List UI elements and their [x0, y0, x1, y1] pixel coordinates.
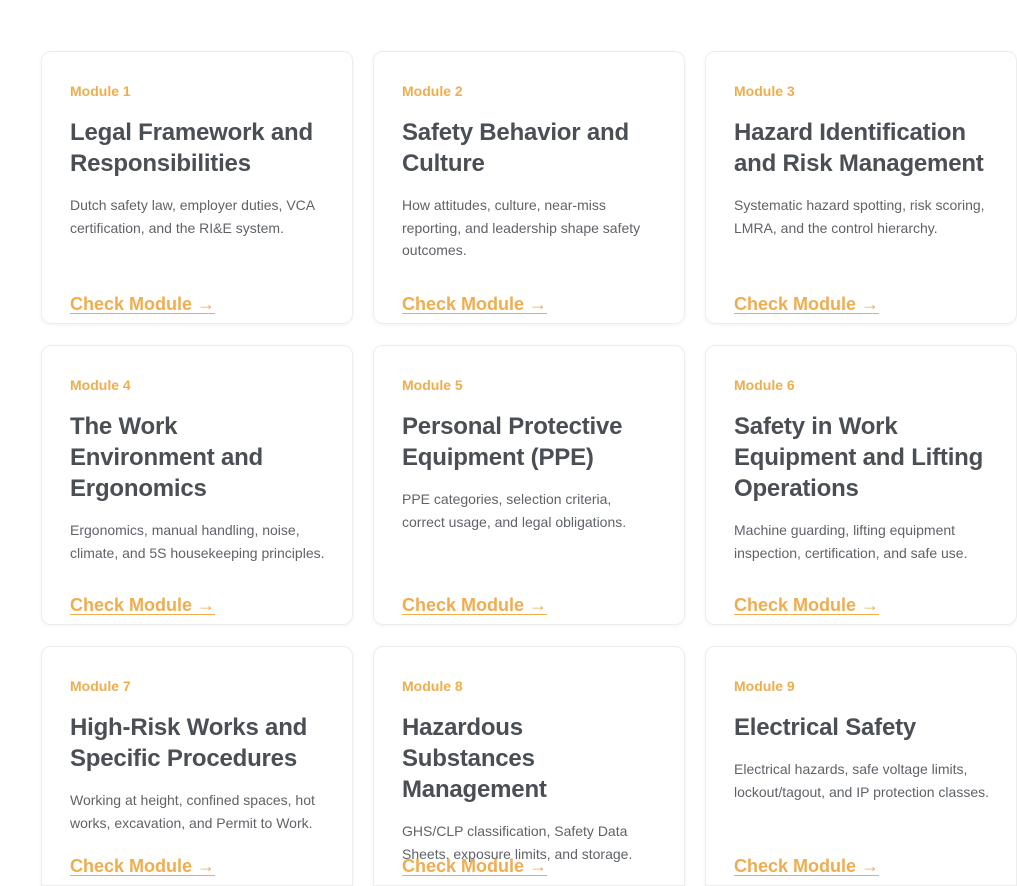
check-module-link[interactable]: Check Module → [402, 856, 547, 877]
module-title: Safety Behavior and Culture [402, 119, 629, 177]
module-description: Machine guarding, lifting equipment insp… [734, 522, 968, 561]
module-card-8: Module 8 Hazardous Substances Management… [373, 646, 685, 886]
module-card-1: Module 1 Legal Framework and Responsibil… [41, 51, 353, 324]
check-module-link[interactable]: Check Module → [70, 294, 215, 315]
check-module-link[interactable]: Check Module → [70, 856, 215, 877]
module-description: How attitudes, culture, near-miss report… [402, 197, 641, 258]
module-number: Module 4 [70, 377, 131, 393]
module-number: Module 1 [70, 83, 131, 99]
module-title: Legal Framework and Responsibilities [70, 119, 313, 177]
check-module-link[interactable]: Check Module → [70, 595, 215, 616]
module-number: Module 2 [402, 83, 463, 99]
module-description: Working at height, confined spaces, hot … [70, 792, 315, 831]
module-description: Electrical hazards, safe voltage limits,… [734, 761, 990, 800]
module-card-2: Module 2 Safety Behavior and Culture How… [373, 51, 685, 324]
module-description: PPE categories, selection criteria, corr… [402, 491, 627, 530]
check-module-link[interactable]: Check Module → [402, 595, 547, 616]
module-description: Dutch safety law, employer duties, VCA c… [70, 197, 315, 236]
module-grid: Module 1 Legal Framework and Responsibil… [41, 51, 1017, 886]
module-card-9: Module 9 Electrical Safety Electrical ha… [705, 646, 1017, 886]
module-card-4: Module 4 The Work Environment and Ergono… [41, 345, 353, 625]
module-card-6: Module 6 Safety in Work Equipment and Li… [705, 345, 1017, 625]
module-card-3: Module 3 Hazard Identification and Risk … [705, 51, 1017, 324]
module-number: Module 3 [734, 83, 795, 99]
module-title: The Work Environment and Ergonomics [70, 413, 264, 502]
module-number: Module 6 [734, 377, 795, 393]
module-description: Ergonomics, manual handling, noise, clim… [70, 522, 325, 561]
check-module-link[interactable]: Check Module → [734, 856, 879, 877]
module-title: High-Risk Works and Specific Procedures [70, 714, 308, 772]
module-number: Module 9 [734, 678, 795, 694]
check-module-link[interactable]: Check Module → [402, 294, 547, 315]
module-title: Safety in Work Equipment and Lifting Ope… [734, 413, 984, 502]
module-number: Module 7 [70, 678, 131, 694]
module-number: Module 5 [402, 377, 463, 393]
module-card-7: Module 7 High-Risk Works and Specific Pr… [41, 646, 353, 886]
module-description: Systematic hazard spotting, risk scoring… [734, 197, 985, 236]
module-title: Hazard Identification and Risk Managemen… [734, 119, 984, 177]
module-title: Electrical Safety [734, 714, 917, 741]
check-module-link[interactable]: Check Module → [734, 294, 879, 315]
check-module-link[interactable]: Check Module → [734, 595, 879, 616]
module-title: Hazardous Substances Management [402, 714, 547, 803]
module-number: Module 8 [402, 678, 463, 694]
module-title: Personal Protective Equipment (PPE) [402, 413, 623, 471]
module-card-5: Module 5 Personal Protective Equipment (… [373, 345, 685, 625]
